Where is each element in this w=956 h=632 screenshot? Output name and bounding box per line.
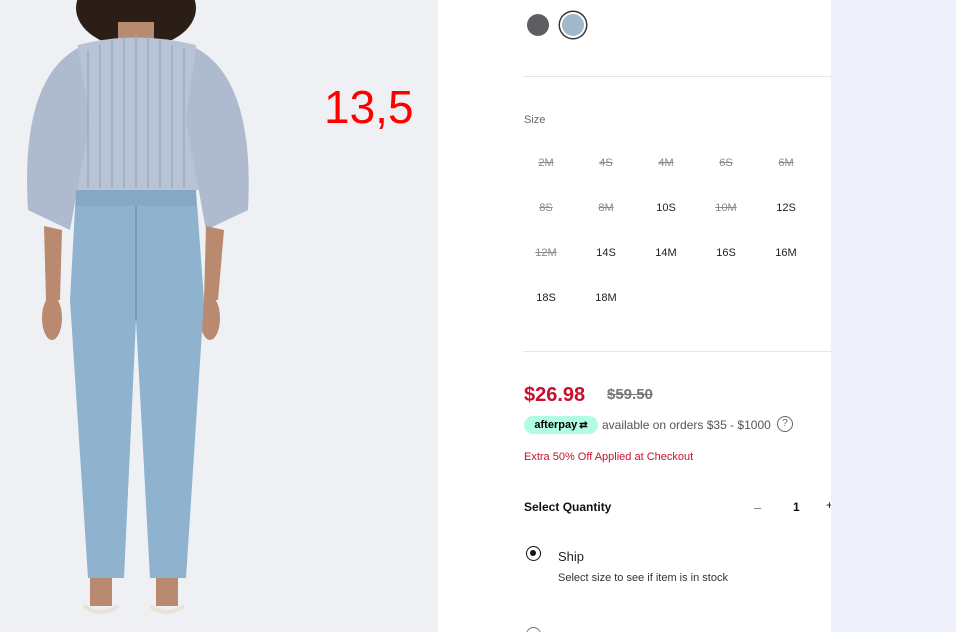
size-label: Size — [524, 114, 546, 126]
size-option-2m[interactable]: 2M — [516, 157, 576, 169]
size-option-16s[interactable]: 16S — [696, 247, 756, 259]
size-option-10s[interactable]: 10S — [636, 202, 696, 214]
original-price: $59.50 — [607, 386, 653, 403]
quantity-decrease-button[interactable]: – — [754, 500, 761, 515]
afterpay-label: afterpay — [534, 419, 578, 431]
divider — [523, 351, 831, 352]
size-option-14s[interactable]: 14S — [576, 247, 636, 259]
size-option-14m[interactable]: 14M — [636, 247, 696, 259]
product-photo: 13,5 — [0, 0, 438, 632]
quantity-value: 1 — [793, 500, 800, 514]
page-background-strip — [831, 0, 956, 632]
quantity-label: Select Quantity — [524, 500, 612, 514]
overlay-number: 13,5 — [324, 81, 414, 133]
size-option-16m[interactable]: 16M — [756, 247, 816, 259]
size-option-6m[interactable]: 6M — [756, 157, 816, 169]
product-panel: Size 2M 4S 4M 6S 6M 8S 8M 10S 10M 12S 12… — [438, 0, 831, 632]
ship-radio[interactable] — [526, 546, 541, 561]
size-option-8m[interactable]: 8M — [576, 202, 636, 214]
size-option-6s[interactable]: 6S — [696, 157, 756, 169]
promo-text: Extra 50% Off Applied at Checkout — [524, 451, 694, 463]
size-option-18s[interactable]: 18S — [516, 292, 576, 304]
size-option-12s[interactable]: 12S — [756, 202, 816, 214]
sale-price: $26.98 — [524, 384, 586, 406]
color-swatch-dark[interactable] — [527, 14, 549, 36]
afterpay-badge: afterpay ⇄ — [524, 416, 598, 434]
size-option-12m[interactable]: 12M — [516, 247, 576, 259]
ship-subtext: Select size to see if item is in stock — [558, 572, 728, 584]
size-option-18m[interactable]: 18M — [576, 292, 636, 304]
afterpay-arrows-icon: ⇄ — [579, 419, 588, 431]
size-option-4m[interactable]: 4M — [636, 157, 696, 169]
afterpay-info-text: available on orders $35 - $1000 — [602, 418, 771, 432]
size-option-10m[interactable]: 10M — [696, 202, 756, 214]
pickup-radio[interactable] — [526, 627, 541, 632]
color-swatch-light-blue-selected[interactable] — [560, 12, 586, 38]
help-icon[interactable]: ? — [777, 416, 793, 432]
size-option-8s[interactable]: 8S — [516, 202, 576, 214]
divider — [523, 76, 831, 77]
ship-label: Ship — [558, 549, 585, 564]
size-option-4s[interactable]: 4S — [576, 157, 636, 169]
